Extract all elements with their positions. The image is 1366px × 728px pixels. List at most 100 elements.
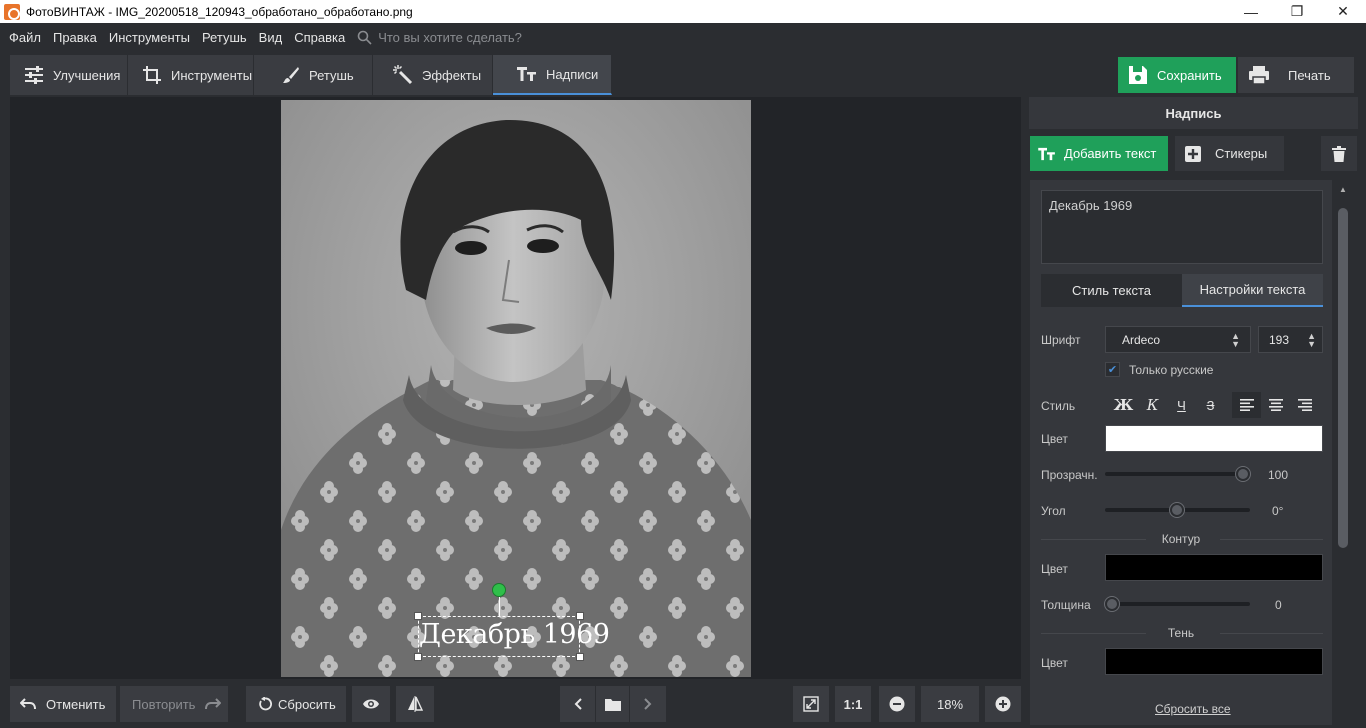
only-russian-checkbox[interactable]: ✔ [1105, 362, 1120, 377]
zoom-level[interactable]: 18% [921, 686, 979, 722]
tab-tools[interactable]: Инструменты [128, 55, 254, 95]
opacity-label: Прозрачн. [1041, 468, 1098, 482]
rotation-stem [499, 597, 500, 616]
scroll-up-icon[interactable]: ▲ [1339, 185, 1347, 194]
open-folder-button[interactable] [595, 686, 630, 722]
zoom-out-button[interactable] [879, 686, 915, 722]
menu-retouch[interactable]: Ретушь [202, 30, 247, 45]
menu-view[interactable]: Вид [259, 30, 283, 45]
command-search[interactable]: Что вы хотите сделать? [357, 30, 522, 45]
bold-button[interactable]: Ж [1109, 392, 1138, 418]
reset-all-link[interactable]: Сбросить все [1155, 702, 1231, 716]
tab-effects[interactable]: Эффекты [373, 55, 493, 95]
alignment-buttons [1232, 392, 1319, 418]
preview-button[interactable] [352, 686, 390, 722]
fit-screen-icon [803, 696, 819, 712]
italic-button[interactable]: К [1138, 392, 1167, 418]
rotate-handle[interactable] [492, 583, 506, 597]
actual-size-button[interactable]: 1:1 [835, 686, 871, 722]
chevron-right-icon [643, 698, 651, 710]
print-button[interactable]: Печать [1238, 57, 1354, 93]
eye-icon [363, 699, 379, 709]
panel-scrollbar[interactable]: ▲ [1334, 181, 1352, 726]
text-color-swatch[interactable] [1105, 425, 1323, 452]
zoom-in-button[interactable] [985, 686, 1021, 722]
portrait-photo [281, 100, 751, 677]
search-placeholder: Что вы хотите сделать? [378, 30, 522, 45]
tab-label: Улучшения [53, 67, 121, 83]
select-arrows-icon: ▲ ▼ [1231, 331, 1240, 349]
maximize-button[interactable]: ❐ [1274, 0, 1320, 23]
caption-text[interactable]: Декабрь 1969 [419, 619, 610, 650]
tab-label: Эффекты [422, 67, 482, 83]
save-button[interactable]: Сохранить [1118, 57, 1236, 93]
tab-text-settings[interactable]: Настройки текста [1182, 274, 1323, 307]
angle-value: 0° [1272, 504, 1284, 518]
strikethrough-button[interactable]: З [1196, 392, 1225, 418]
add-text-button[interactable]: Добавить текст [1030, 136, 1168, 171]
app-logo-icon [4, 3, 20, 20]
align-left-icon [1239, 399, 1254, 411]
text-settings: Декабрь 1969 Стиль текста Настройки текс… [1030, 180, 1332, 725]
outline-color-label: Цвет [1041, 562, 1068, 576]
next-file-button[interactable] [630, 686, 665, 722]
undo-icon [20, 698, 36, 710]
stepper-arrows-icon[interactable]: ▲ ▼ [1307, 332, 1316, 349]
angle-label: Угол [1041, 504, 1066, 518]
angle-slider-knob[interactable] [1170, 503, 1184, 517]
add-sticker-icon [1185, 145, 1201, 162]
photo[interactable] [281, 100, 751, 677]
thickness-slider[interactable] [1105, 602, 1250, 606]
undo-label: Отменить [46, 696, 106, 712]
only-russian-option[interactable]: ✔ Только русские [1105, 362, 1213, 377]
close-button[interactable]: ✕ [1320, 0, 1366, 23]
tab-captions[interactable]: Надписи [493, 55, 612, 95]
underline-button[interactable]: Ч [1167, 392, 1196, 418]
align-right-button[interactable] [1290, 392, 1319, 418]
menu-file[interactable]: Файл [9, 30, 41, 45]
thickness-slider-knob[interactable] [1105, 597, 1119, 611]
canvas-area[interactable]: Декабрь 1969 [10, 97, 1021, 679]
compare-button[interactable] [396, 686, 434, 722]
resize-handle-tr[interactable] [576, 612, 584, 620]
printer-icon [1248, 65, 1270, 85]
tab-retouch[interactable]: Ретушь [254, 55, 373, 95]
title-bar: ФотоВИНТАЖ - IMG_20200518_120943_обработ… [0, 0, 1366, 23]
only-russian-label: Только русские [1129, 362, 1214, 377]
folder-icon [604, 698, 621, 711]
stickers-button[interactable]: Стикеры [1175, 136, 1284, 171]
tab-label: Надписи [546, 66, 599, 82]
menu-tools[interactable]: Инструменты [109, 30, 190, 45]
undo-button[interactable]: Отменить [10, 686, 116, 722]
resize-handle-bl[interactable] [414, 653, 422, 661]
minimize-button[interactable]: — [1228, 0, 1274, 23]
outline-color-swatch[interactable] [1105, 554, 1323, 581]
delete-button[interactable] [1321, 136, 1357, 171]
align-center-button[interactable] [1261, 392, 1290, 418]
fit-to-screen-button[interactable] [793, 686, 829, 722]
opacity-slider[interactable] [1105, 472, 1250, 476]
menu-help[interactable]: Справка [294, 30, 345, 45]
caption-panel: Надпись Добавить текст Стикеры Декабрь 1… [1029, 97, 1358, 728]
caption-text-input[interactable]: Декабрь 1969 [1041, 190, 1323, 264]
font-select[interactable]: Ardeco ▲ ▼ [1105, 326, 1251, 353]
zoom-out-icon [889, 696, 905, 712]
align-center-icon [1268, 399, 1283, 411]
redo-button[interactable]: Повторить [120, 686, 228, 722]
scrollbar-thumb[interactable] [1338, 208, 1348, 548]
align-left-button[interactable] [1232, 392, 1261, 418]
caption-selection[interactable]: Декабрь 1969 [418, 616, 610, 657]
resize-handle-br[interactable] [576, 653, 584, 661]
opacity-slider-knob[interactable] [1236, 467, 1250, 481]
brush-icon [282, 66, 300, 84]
tab-improvements[interactable]: Улучшения [10, 55, 128, 95]
previous-file-button[interactable] [560, 686, 595, 722]
font-size-stepper[interactable]: 193 ▲ ▼ [1258, 326, 1323, 353]
reset-button[interactable]: Сбросить [246, 686, 346, 722]
resize-handle-tl[interactable] [414, 612, 422, 620]
menu-edit[interactable]: Правка [53, 30, 97, 45]
redo-label: Повторить [132, 696, 196, 712]
shadow-color-swatch[interactable] [1105, 648, 1323, 675]
tab-text-style[interactable]: Стиль текста [1041, 274, 1182, 307]
crop-icon [142, 65, 162, 85]
